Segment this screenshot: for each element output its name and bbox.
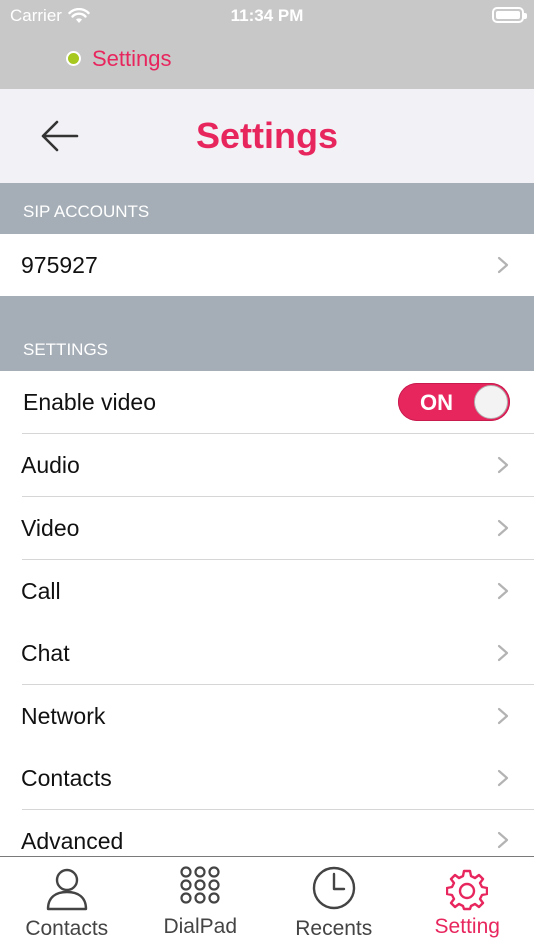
settings-item-label: Contacts	[21, 765, 112, 791]
registration-bar: Settings	[0, 32, 534, 89]
settings-item-contacts[interactable]: Contacts	[0, 747, 534, 810]
settings-item-label: Chat	[21, 640, 70, 666]
settings-item-advanced[interactable]: Advanced	[0, 810, 534, 856]
enable-video-toggle[interactable]: ON	[398, 383, 510, 421]
tab-contacts[interactable]: Contacts	[0, 857, 134, 950]
sip-account-label: 975927	[21, 252, 98, 278]
section-header-label: SIP ACCOUNTS	[23, 202, 150, 221]
chevron-right-icon	[497, 831, 509, 849]
tab-bar: Contacts DialPad Recents Setting	[0, 856, 534, 950]
settings-item-label: Audio	[21, 452, 80, 478]
tab-label: Contacts	[25, 917, 109, 940]
section-header-settings: SETTINGS	[0, 296, 534, 371]
battery-icon	[492, 7, 527, 23]
person-icon	[46, 868, 87, 911]
enable-video-row: Enable video ON	[0, 371, 534, 434]
tab-label: Recents	[295, 917, 373, 940]
back-button[interactable]	[36, 113, 82, 159]
settings-item-label: Video	[21, 515, 80, 541]
toggle-knob	[474, 385, 508, 419]
settings-item-label: Network	[21, 703, 106, 729]
chevron-right-icon	[497, 582, 509, 600]
tab-label: DialPad	[163, 915, 238, 938]
chevron-right-icon	[497, 707, 509, 725]
settings-item-audio[interactable]: Audio	[0, 434, 534, 497]
settings-item-label: Call	[21, 578, 61, 604]
gear-icon	[446, 869, 489, 911]
chevron-right-icon	[497, 644, 509, 662]
tab-recents[interactable]: Recents	[267, 857, 401, 950]
settings-item-label: Advanced	[21, 828, 124, 854]
chevron-right-icon	[497, 256, 509, 274]
chevron-right-icon	[497, 519, 509, 537]
sip-account-row[interactable]: 975927	[0, 234, 534, 297]
settings-item-video[interactable]: Video	[0, 497, 534, 560]
status-bar: Carrier 11:34 PM	[0, 0, 534, 32]
navigation-bar: Settings	[0, 89, 534, 183]
clock-icon	[312, 866, 355, 910]
toggle-state-label: ON	[420, 390, 453, 415]
settings-item-network[interactable]: Network	[0, 685, 534, 748]
chevron-right-icon	[497, 769, 509, 787]
settings-item-chat[interactable]: Chat	[0, 622, 534, 685]
registration-status-text: Settings	[92, 46, 172, 71]
dialpad-icon	[180, 866, 220, 904]
section-header-sip-accounts: SIP ACCOUNTS	[0, 183, 534, 234]
registration-status-indicator	[66, 51, 81, 66]
enable-video-label: Enable video	[23, 389, 156, 415]
section-header-label: SETTINGS	[23, 340, 109, 359]
tab-setting[interactable]: Setting	[401, 857, 534, 950]
status-time: 11:34 PM	[230, 6, 304, 25]
tab-dialpad[interactable]: DialPad	[134, 857, 268, 950]
arrow-left-icon	[41, 120, 79, 152]
settings-item-call[interactable]: Call	[0, 560, 534, 623]
chevron-right-icon	[497, 456, 509, 474]
tab-label: Setting	[434, 915, 500, 938]
